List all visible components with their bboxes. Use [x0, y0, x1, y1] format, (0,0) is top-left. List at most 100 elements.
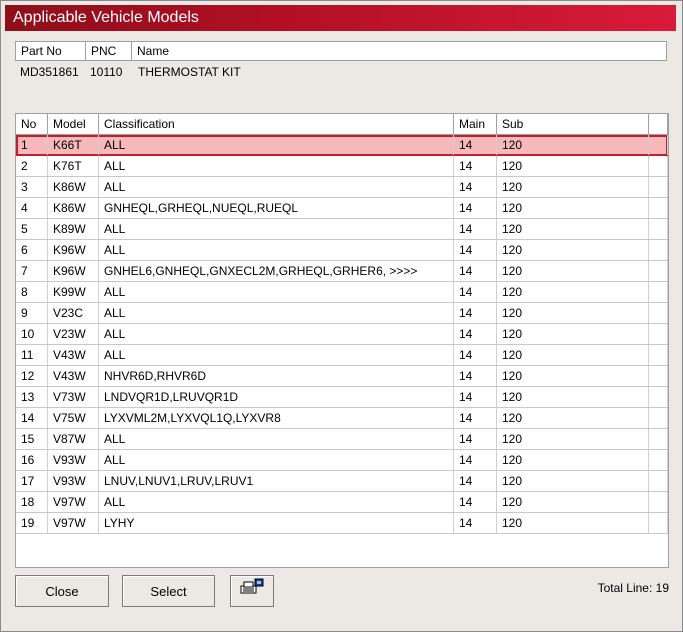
cell-classification: ALL: [99, 450, 454, 470]
table-row[interactable]: 12 V43W NHVR6D,RHVR6D 14 120: [16, 366, 668, 387]
cell-model: V87W: [48, 429, 99, 449]
cell-model: V43W: [48, 345, 99, 365]
cell-extra: [649, 198, 668, 218]
cell-no: 10: [16, 324, 48, 344]
cell-no: 11: [16, 345, 48, 365]
cell-sub: 120: [497, 492, 649, 512]
table-row[interactable]: 3 K86W ALL 14 120: [16, 177, 668, 198]
column-header-sub[interactable]: Sub: [497, 114, 649, 134]
table-row[interactable]: 15 V87W ALL 14 120: [16, 429, 668, 450]
cell-classification: LNDVQR1D,LRUVQR1D: [99, 387, 454, 407]
cell-classification: GNHEQL,GRHEQL,NUEQL,RUEQL: [99, 198, 454, 218]
cell-main: 14: [454, 471, 497, 491]
name-header[interactable]: Name: [132, 42, 666, 60]
table-row[interactable]: 19 V97W LYHY 14 120: [16, 513, 668, 534]
table-row[interactable]: 9 V23C ALL 14 120: [16, 303, 668, 324]
cell-model: V93W: [48, 471, 99, 491]
cell-sub: 120: [497, 387, 649, 407]
pnc-header[interactable]: PNC: [86, 42, 132, 60]
table-header: No Model Classification Main Sub: [16, 114, 668, 135]
table-row[interactable]: 6 K96W ALL 14 120: [16, 240, 668, 261]
cell-no: 9: [16, 303, 48, 323]
cell-extra: [649, 366, 668, 386]
column-header-main[interactable]: Main: [454, 114, 497, 134]
cell-model: K86W: [48, 177, 99, 197]
cell-classification: ALL: [99, 282, 454, 302]
cell-sub: 120: [497, 303, 649, 323]
table-row[interactable]: 13 V73W LNDVQR1D,LRUVQR1D 14 120: [16, 387, 668, 408]
cell-no: 12: [16, 366, 48, 386]
cell-sub: 120: [497, 471, 649, 491]
part-no-header[interactable]: Part No: [16, 42, 86, 60]
printer-icon: [239, 577, 265, 609]
cell-classification: ALL: [99, 219, 454, 239]
cell-model: K99W: [48, 282, 99, 302]
close-button[interactable]: Close: [15, 575, 109, 607]
total-line-count: Total Line: 19: [597, 581, 669, 595]
table-row[interactable]: 2 K76T ALL 14 120: [16, 156, 668, 177]
table-row[interactable]: 18 V97W ALL 14 120: [16, 492, 668, 513]
table-row[interactable]: 8 K99W ALL 14 120: [16, 282, 668, 303]
cell-no: 1: [16, 135, 48, 155]
column-header-no[interactable]: No: [16, 114, 48, 134]
table-row[interactable]: 11 V43W ALL 14 120: [16, 345, 668, 366]
table-row[interactable]: 7 K96W GNHEL6,GNHEQL,GNXECL2M,GRHEQL,GRHER…: [16, 261, 668, 282]
table-row[interactable]: 1 K66T ALL 14 120: [16, 135, 668, 156]
cell-extra: [649, 513, 668, 533]
cell-extra: [649, 324, 668, 344]
cell-model: K89W: [48, 219, 99, 239]
pnc-value: 10110: [90, 65, 123, 79]
vehicle-models-table[interactable]: No Model Classification Main Sub 1 K66T AL…: [15, 113, 669, 568]
cell-sub: 120: [497, 261, 649, 281]
cell-main: 14: [454, 198, 497, 218]
cell-main: 14: [454, 408, 497, 428]
cell-classification: NHVR6D,RHVR6D: [99, 366, 454, 386]
cell-main: 14: [454, 450, 497, 470]
cell-main: 14: [454, 177, 497, 197]
cell-main: 14: [454, 429, 497, 449]
cell-classification: ALL: [99, 492, 454, 512]
cell-model: V73W: [48, 387, 99, 407]
column-header-model[interactable]: Model: [48, 114, 99, 134]
cell-model: V97W: [48, 492, 99, 512]
cell-sub: 120: [497, 219, 649, 239]
cell-classification: ALL: [99, 177, 454, 197]
column-header-extra: [649, 114, 668, 134]
table-row[interactable]: 10 V23W ALL 14 120: [16, 324, 668, 345]
cell-sub: 120: [497, 156, 649, 176]
part-no-value: MD351861: [20, 65, 79, 79]
cell-extra: [649, 240, 668, 260]
table-row[interactable]: 4 K86W GNHEQL,GRHEQL,NUEQL,RUEQL 14 120: [16, 198, 668, 219]
cell-sub: 120: [497, 450, 649, 470]
cell-extra: [649, 471, 668, 491]
table-row[interactable]: 16 V93W ALL 14 120: [16, 450, 668, 471]
cell-classification: ALL: [99, 156, 454, 176]
cell-classification: LNUV,LNUV1,LRUV,LRUV1: [99, 471, 454, 491]
table-row[interactable]: 17 V93W LNUV,LNUV1,LRUV,LRUV1 14 120: [16, 471, 668, 492]
cell-extra: [649, 345, 668, 365]
cell-model: K86W: [48, 198, 99, 218]
cell-main: 14: [454, 282, 497, 302]
cell-no: 8: [16, 282, 48, 302]
select-button[interactable]: Select: [122, 575, 215, 607]
table-row[interactable]: 5 K89W ALL 14 120: [16, 219, 668, 240]
cell-extra: [649, 282, 668, 302]
print-button[interactable]: [230, 575, 274, 607]
cell-classification: ALL: [99, 324, 454, 344]
cell-extra: [649, 387, 668, 407]
cell-extra: [649, 492, 668, 512]
cell-sub: 120: [497, 408, 649, 428]
cell-model: V75W: [48, 408, 99, 428]
cell-sub: 120: [497, 429, 649, 449]
cell-extra: [649, 177, 668, 197]
cell-main: 14: [454, 261, 497, 281]
table-row[interactable]: 14 V75W LYXVML2M,LYXVQL1Q,LYXVR8 14 120: [16, 408, 668, 429]
cell-extra: [649, 450, 668, 470]
cell-model: V23C: [48, 303, 99, 323]
cell-main: 14: [454, 513, 497, 533]
cell-main: 14: [454, 324, 497, 344]
cell-sub: 120: [497, 324, 649, 344]
cell-main: 14: [454, 156, 497, 176]
cell-sub: 120: [497, 177, 649, 197]
column-header-classification[interactable]: Classification: [99, 114, 454, 134]
